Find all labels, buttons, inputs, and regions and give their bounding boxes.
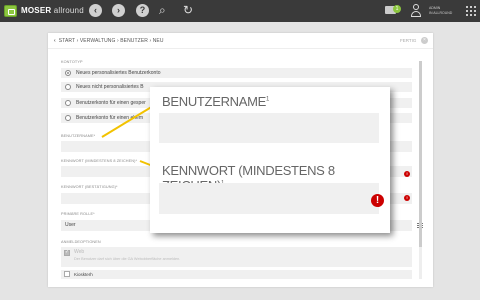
error-icon: !	[371, 194, 384, 207]
callout-username-field	[159, 113, 379, 143]
callout-password-field: !	[159, 183, 384, 214]
callout-username-title: BENUTZERNAME1	[162, 94, 270, 109]
zoom-callout: BENUTZERNAME1 KENNWORT (MINDESTENS 8 ZEI…	[150, 87, 390, 233]
